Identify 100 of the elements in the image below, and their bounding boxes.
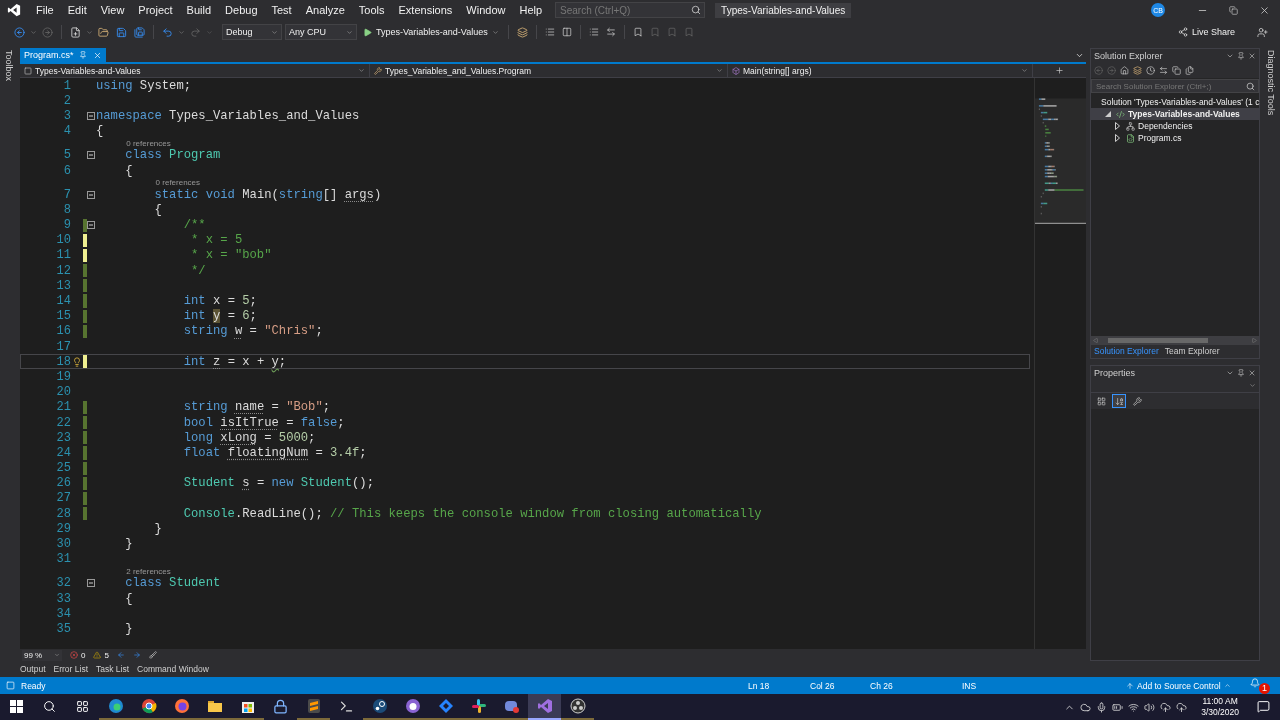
wifi-icon[interactable] — [1128, 701, 1140, 713]
history-icon[interactable] — [1146, 65, 1156, 75]
chat-icon — [470, 698, 487, 714]
close-icon[interactable] — [1248, 51, 1257, 60]
browser-icon — [173, 698, 190, 714]
tree-item-label[interactable]: Dependencies — [1138, 121, 1193, 131]
tool-window-tab[interactable]: Error List — [49, 664, 92, 674]
sort-alphabetical-icon — [1114, 396, 1124, 406]
collapse-icon[interactable] — [87, 151, 96, 160]
code-line: /** — [182, 218, 206, 233]
expanded-arrow-icon[interactable] — [1105, 111, 1112, 117]
caret-icon — [1249, 382, 1257, 389]
clock[interactable]: 11:00 AM 3/30/2020 — [1201, 696, 1239, 718]
tree-item-label[interactable]: Program.cs — [1138, 133, 1182, 143]
tool-window-tab[interactable]: Task List — [92, 664, 134, 674]
lightbulb-icon[interactable] — [71, 356, 82, 367]
configuration-dropdown[interactable]: Debug — [222, 24, 282, 40]
collapsed-arrow-icon[interactable] — [1115, 122, 1121, 130]
search-icon — [43, 699, 56, 713]
cleanup-icon[interactable] — [148, 651, 157, 659]
notifications-button[interactable]: 1 — [1250, 677, 1270, 694]
collapse-icon[interactable] — [87, 221, 96, 230]
collapse-icon[interactable] — [87, 190, 96, 199]
search-field[interactable]: Search (Ctrl+Q) — [555, 2, 706, 18]
character-indicator: Ch 26 — [870, 680, 894, 691]
scrollbar[interactable] — [1091, 336, 1260, 345]
tree-item-label[interactable]: Types-Variables-and-Values — [1128, 109, 1240, 119]
microphone-icon[interactable] — [1096, 701, 1108, 713]
folder-icon — [98, 26, 109, 38]
view-toggle-button[interactable] — [1112, 394, 1127, 408]
menu-item[interactable]: Project — [131, 0, 180, 20]
menu-item[interactable]: Tools — [351, 0, 392, 20]
notification-badge: 1 — [1259, 682, 1270, 694]
line-number: 17 — [55, 339, 71, 354]
warning-count[interactable]: 5 — [93, 650, 109, 660]
line-number: 16 — [55, 324, 71, 339]
menu-item[interactable]: Window — [459, 0, 513, 20]
source-control-button[interactable]: Add to Source Control — [1126, 680, 1250, 691]
tool-window-tab[interactable]: Command Window — [133, 664, 213, 674]
redo-icon — [190, 26, 201, 38]
collapsed-arrow-icon[interactable] — [1115, 134, 1121, 142]
caret-icon — [491, 28, 499, 36]
arrows-icon — [605, 27, 616, 37]
collapse-icon[interactable] — [87, 111, 96, 120]
split-icon[interactable] — [1055, 66, 1064, 75]
menu-item[interactable]: File — [29, 0, 61, 20]
bell-icon — [1250, 677, 1260, 688]
switch-views-icon[interactable] — [1133, 65, 1143, 75]
collapse-all-icon[interactable] — [1172, 65, 1182, 75]
document-tab[interactable]: Program.cs* — [19, 48, 107, 62]
tree-item-label[interactable]: Solution 'Types-Variables-and-Values' (1 c — [1101, 97, 1260, 107]
code-line: { — [153, 202, 162, 217]
reference-count[interactable]: 0 references — [155, 178, 201, 188]
panel-tab[interactable]: Solution Explorer — [1091, 345, 1162, 358]
panel-tab[interactable]: Team Explorer — [1161, 345, 1223, 358]
menu-item[interactable]: Build — [179, 0, 219, 20]
show-all-files-icon[interactable] — [1185, 65, 1195, 75]
menu-item[interactable]: Extensions — [391, 0, 460, 20]
navigation-dropdown[interactable]: Types-Variables-and-Values — [19, 64, 370, 77]
home-icon[interactable] — [1120, 65, 1130, 75]
platform-dropdown[interactable]: Any CPU — [285, 24, 357, 40]
error-count[interactable]: 0 — [69, 650, 86, 660]
toolbox-tab[interactable]: Toolbox — [4, 50, 14, 82]
menu-item[interactable]: Analyze — [298, 0, 352, 20]
navigation-dropdown[interactable]: Main(string[] args) — [727, 64, 1033, 77]
code-line: Console.ReadLine(); // This keeps the console window from closing automatically — [182, 506, 762, 521]
caret-icon — [357, 67, 365, 74]
code-line: class Program — [124, 148, 221, 163]
sync-icon[interactable] — [1159, 65, 1169, 75]
volume-icon[interactable] — [1144, 701, 1156, 713]
diagnostic-tools-tab[interactable]: Diagnostic Tools — [1266, 50, 1276, 116]
line-number: 29 — [55, 521, 71, 536]
menu-item[interactable]: View — [93, 0, 132, 20]
reference-count[interactable]: 2 references — [126, 566, 171, 576]
reference-count[interactable]: 0 references — [126, 138, 171, 148]
upload-icon[interactable] — [1160, 701, 1172, 713]
collapse-icon[interactable] — [87, 579, 96, 588]
run-button[interactable]: Types-Variables-and-Values — [360, 23, 502, 41]
menu-item[interactable]: Debug — [218, 0, 265, 20]
menu-item[interactable]: Help — [512, 0, 550, 20]
caret-icon — [271, 28, 278, 36]
close-icon[interactable] — [93, 50, 103, 60]
cloud-icon[interactable] — [1080, 701, 1092, 713]
code-line: { — [124, 163, 133, 178]
upload-icon[interactable] — [1176, 701, 1188, 713]
battery-icon[interactable] — [1112, 701, 1124, 713]
menu-item[interactable]: Edit — [60, 0, 94, 20]
view-toggle-button[interactable] — [1130, 394, 1145, 408]
line-number: 31 — [55, 552, 71, 567]
pin-icon[interactable] — [1237, 51, 1246, 60]
zoom-dropdown[interactable]: 99 % — [21, 649, 62, 661]
close-icon[interactable] — [1248, 368, 1257, 377]
pin-icon[interactable] — [1237, 368, 1246, 377]
live-share-button[interactable]: Live Share — [1174, 27, 1238, 37]
view-toggle-button[interactable] — [1094, 394, 1109, 408]
tool-window-tab[interactable]: Output — [16, 664, 50, 674]
navigation-dropdown[interactable]: Types_Variables_and_Values.Program — [369, 64, 728, 77]
menu-item[interactable]: Test — [264, 0, 299, 20]
line-number: 18 — [55, 354, 71, 369]
selected-tree-item[interactable]: Types-Variables-and-Values — [1091, 108, 1260, 120]
